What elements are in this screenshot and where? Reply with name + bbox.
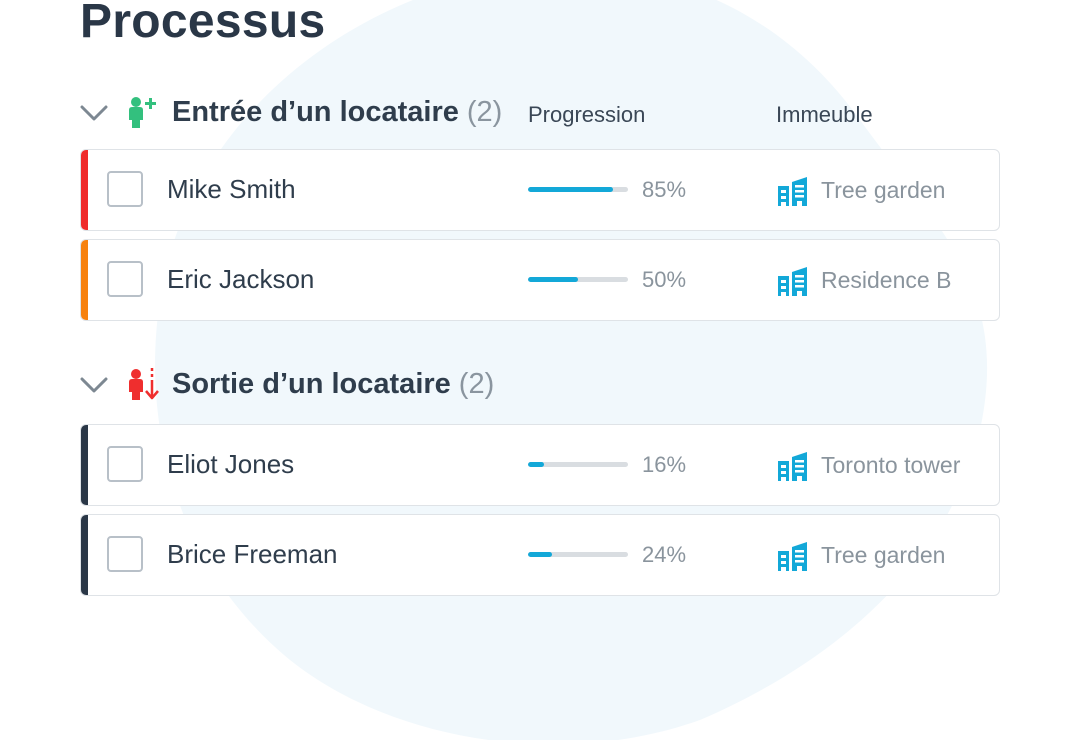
group-title-text: Sortie d’un locataire [172, 368, 451, 400]
priority-indicator [81, 515, 88, 595]
tenant-name[interactable]: Brice Freeman [167, 539, 338, 570]
group-header-exit: Sortie d’un locataire (2) [80, 366, 1000, 406]
group-title-entry: Entrée d’un locataire (2) [172, 96, 502, 129]
group-count: (2) [466, 96, 503, 128]
tenant-name[interactable]: Eric Jackson [167, 264, 314, 295]
building-name[interactable]: Tree garden [821, 542, 945, 569]
priority-indicator [81, 425, 88, 505]
group-header-entry: Entrée d’un locataire (2) Progression Imm… [80, 94, 1000, 134]
progress-percent: 50% [642, 267, 687, 292]
building-name[interactable]: Tree garden [821, 177, 945, 204]
column-header-building[interactable]: Immeuble [776, 102, 873, 128]
priority-indicator [81, 150, 88, 230]
chevron-down-icon[interactable] [80, 102, 108, 124]
tenant-name[interactable]: Mike Smith [167, 174, 296, 205]
tenant-name[interactable]: Eliot Jones [167, 449, 294, 480]
progress-bar [528, 187, 628, 192]
process-row[interactable]: Eliot Jones 16% Toronto tower [80, 424, 1000, 506]
progress-bar-fill [528, 552, 552, 557]
row-checkbox[interactable] [107, 261, 143, 297]
progress-bar [528, 552, 628, 557]
row-checkbox[interactable] [107, 446, 143, 482]
progress-percent: 16% [642, 452, 687, 477]
group-count: (2) [458, 368, 495, 400]
progress-bar [528, 277, 628, 282]
progress-bar-fill [528, 277, 578, 282]
progress-percent: 85% [642, 177, 687, 202]
group-title-exit: Sortie d’un locataire (2) [172, 368, 494, 401]
process-row[interactable]: Mike Smith 85% Tree garden [80, 149, 1000, 231]
process-row[interactable]: Brice Freeman 24% Tree garden [80, 514, 1000, 596]
building-icon [778, 542, 807, 571]
process-row[interactable]: Eric Jackson 50% Residence B [80, 239, 1000, 321]
progress-bar [528, 462, 628, 467]
row-checkbox[interactable] [107, 171, 143, 207]
progress-bar-fill [528, 462, 544, 467]
row-checkbox[interactable] [107, 536, 143, 572]
building-name[interactable]: Toronto tower [821, 452, 960, 479]
progress-percent: 24% [642, 542, 687, 567]
person-exit-icon [129, 368, 159, 400]
person-plus-icon [129, 97, 156, 128]
progress-bar-fill [528, 187, 613, 192]
process-page: Processus Entrée d’un locataire (2) Progr… [0, 0, 1080, 680]
building-icon [778, 452, 807, 481]
column-header-progress[interactable]: Progression [528, 102, 645, 128]
building-name[interactable]: Residence B [821, 267, 951, 294]
building-icon [778, 267, 807, 296]
priority-indicator [81, 240, 88, 320]
building-icon [778, 177, 807, 206]
chevron-down-icon[interactable] [80, 374, 108, 396]
page-title: Processus [80, 0, 326, 48]
group-title-text: Entrée d’un locataire [172, 96, 459, 128]
